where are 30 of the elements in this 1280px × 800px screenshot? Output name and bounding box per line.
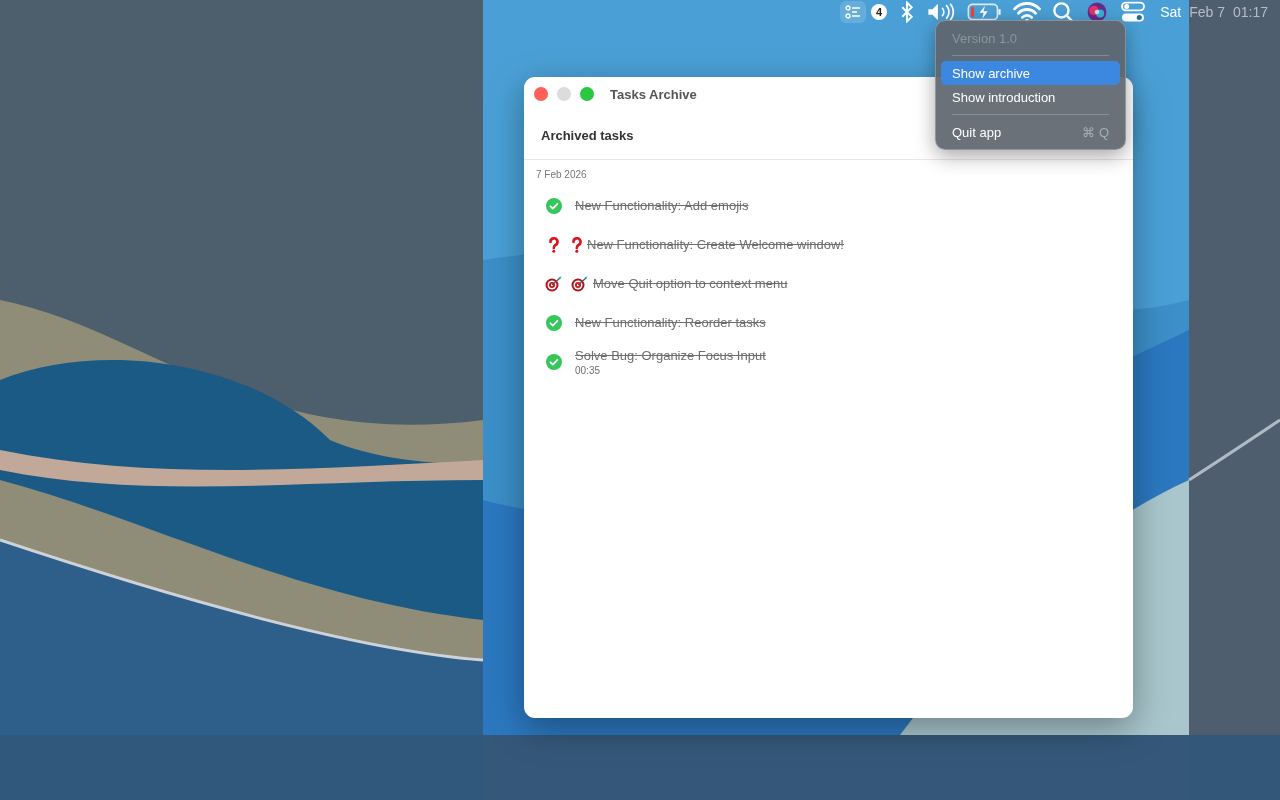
task-row[interactable]: Solve Bug: Organize Focus Input 00:35 [524,342,1133,381]
close-button[interactable] [534,87,548,101]
task-title: New Functionality: Add emojis [575,198,749,213]
checkmark-icon [546,353,562,370]
window-title: Tasks Archive [610,86,697,102]
question-mark-icon [548,236,560,253]
menu-item[interactable]: Show introduction [941,85,1120,109]
shortcut-text: ⌘ Q [1082,124,1109,140]
target-icon [545,275,563,292]
task-title: New Functionality: Create Welcome window! [587,237,844,252]
clock-text[interactable]: Feb 7 [1185,4,1229,20]
task-row[interactable]: New Functionality: Reorder tasks [524,303,1133,342]
clock-text[interactable]: 01:17 [1228,4,1272,20]
section-heading: Archived tasks [541,127,634,143]
task-row[interactable]: New Functionality: Add emojis [524,186,1133,225]
date-label: 7 Feb 2026 [535,168,588,182]
task-title: Move Quit option to context menu [593,276,788,291]
clock-text[interactable]: Sat [1156,4,1186,20]
checklist-icon[interactable] [840,1,867,23]
duration-text: 00:35 [575,364,602,376]
task-row[interactable]: New Functionality: Create Welcome window! [524,225,1133,264]
checkmark-icon [546,197,562,214]
task-title: New Functionality: Reorder tasks [575,315,766,330]
task-row[interactable]: Move Quit option to context menu [524,264,1133,303]
task-title: Solve Bug: Organize Focus Input [575,347,766,363]
target-icon [571,275,589,292]
checkmark-icon [546,314,562,331]
menu-item[interactable]: Show archive [941,61,1120,85]
question-mark-icon [571,236,583,253]
menu-item[interactable]: Quit app ⌘ Q [941,120,1120,144]
